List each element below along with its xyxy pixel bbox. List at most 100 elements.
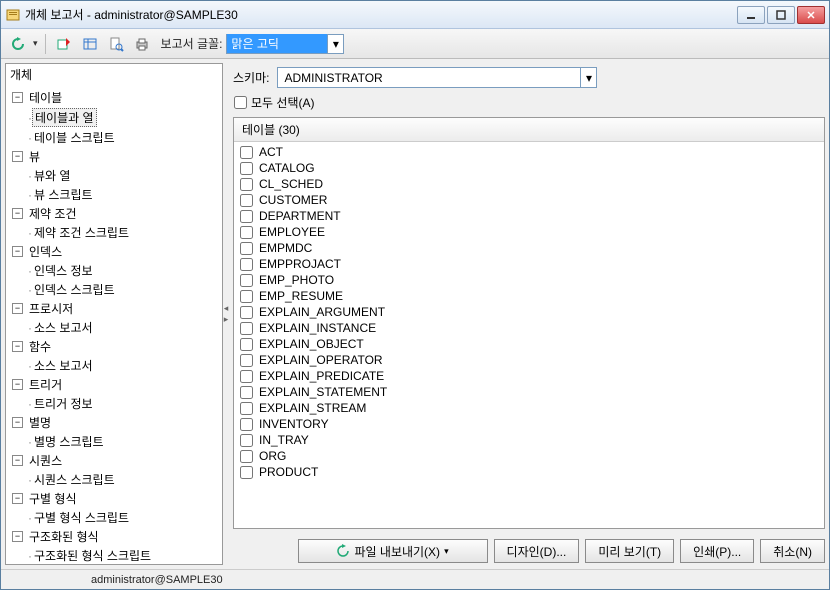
- table-row[interactable]: ORG: [240, 448, 818, 464]
- select-all-input[interactable]: [234, 96, 247, 109]
- tree-toggle-icon[interactable]: −: [12, 417, 23, 428]
- table-row[interactable]: EXPLAIN_OBJECT: [240, 336, 818, 352]
- table-checkbox[interactable]: [240, 434, 253, 447]
- tree-item-label[interactable]: 별명 스크립트: [32, 433, 106, 450]
- table-checkbox[interactable]: [240, 162, 253, 175]
- table-checkbox[interactable]: [240, 258, 253, 271]
- table-row[interactable]: PRODUCT: [240, 464, 818, 480]
- tree-item[interactable]: · 별명 스크립트: [6, 432, 222, 451]
- tree-item[interactable]: · 구조화된 형식 스크립트: [6, 546, 222, 565]
- tree-group-label[interactable]: 인덱스: [27, 243, 64, 260]
- cancel-button[interactable]: 취소(N): [760, 539, 825, 563]
- table-checkbox[interactable]: [240, 338, 253, 351]
- tree-item[interactable]: · 인덱스 정보: [6, 261, 222, 280]
- tree-item-label[interactable]: 구조화된 형식 스크립트: [32, 547, 153, 564]
- tree-group[interactable]: −구조화된 형식: [6, 527, 222, 546]
- table-row[interactable]: EXPLAIN_STATEMENT: [240, 384, 818, 400]
- tree-group[interactable]: −트리거: [6, 375, 222, 394]
- tree-group[interactable]: −제약 조건: [6, 204, 222, 223]
- minimize-button[interactable]: [737, 6, 765, 24]
- tree-item-label[interactable]: 뷰 스크립트: [32, 186, 95, 203]
- table-checkbox[interactable]: [240, 226, 253, 239]
- table-checkbox[interactable]: [240, 466, 253, 479]
- dropdown-arrow-icon[interactable]: ▾: [33, 38, 38, 49]
- tree-item[interactable]: · 제약 조건 스크립트: [6, 223, 222, 242]
- table-checkbox[interactable]: [240, 354, 253, 367]
- tree-toggle-icon[interactable]: −: [12, 151, 23, 162]
- tree-group-label[interactable]: 구조화된 형식: [27, 528, 101, 545]
- table-row[interactable]: EXPLAIN_PREDICATE: [240, 368, 818, 384]
- tree-item-label[interactable]: 트리거 정보: [32, 395, 95, 412]
- tree-group-label[interactable]: 트리거: [27, 376, 64, 393]
- tree-group[interactable]: −구별 형식: [6, 489, 222, 508]
- tree-group[interactable]: −뷰: [6, 147, 222, 166]
- refresh-button[interactable]: [7, 33, 29, 55]
- preview-button[interactable]: [105, 33, 127, 55]
- table-checkbox[interactable]: [240, 210, 253, 223]
- preview-button[interactable]: 미리 보기(T): [585, 539, 674, 563]
- tree-item-label[interactable]: 소스 보고서: [32, 357, 95, 374]
- tree-toggle-icon[interactable]: −: [12, 455, 23, 466]
- tree-item[interactable]: · 소스 보고서: [6, 318, 222, 337]
- tree-item-label[interactable]: 인덱스 스크립트: [32, 281, 117, 298]
- table-checkbox[interactable]: [240, 290, 253, 303]
- table-checkbox[interactable]: [240, 450, 253, 463]
- table-row[interactable]: EMPMDC: [240, 240, 818, 256]
- tree-item-label[interactable]: 시퀀스 스크립트: [32, 471, 117, 488]
- tree-group[interactable]: −인덱스: [6, 242, 222, 261]
- tree-item[interactable]: · 시퀀스 스크립트: [6, 470, 222, 489]
- table-checkbox[interactable]: [240, 402, 253, 415]
- table-row[interactable]: EXPLAIN_OPERATOR: [240, 352, 818, 368]
- table-row[interactable]: IN_TRAY: [240, 432, 818, 448]
- table-row[interactable]: CATALOG: [240, 160, 818, 176]
- table-row[interactable]: EMPPROJACT: [240, 256, 818, 272]
- table-checkbox[interactable]: [240, 386, 253, 399]
- export-file-button[interactable]: 파일 내보내기(X) ▾: [298, 539, 488, 563]
- select-all-checkbox[interactable]: 모두 선택(A): [233, 94, 825, 111]
- font-select[interactable]: 맑은 고딕 ▾: [226, 34, 344, 54]
- tree-item-label[interactable]: 제약 조건 스크립트: [32, 224, 131, 241]
- tree-toggle-icon[interactable]: −: [12, 303, 23, 314]
- tree-item[interactable]: · 뷰 스크립트: [6, 185, 222, 204]
- table-checkbox[interactable]: [240, 306, 253, 319]
- tree-item-label[interactable]: 뷰와 열: [32, 167, 72, 184]
- table-row[interactable]: EXPLAIN_STREAM: [240, 400, 818, 416]
- design-button[interactable]: 디자인(D)...: [494, 539, 580, 563]
- tree-group-label[interactable]: 별명: [27, 414, 53, 431]
- table-row[interactable]: INVENTORY: [240, 416, 818, 432]
- tree-item[interactable]: · 테이블 스크립트: [6, 128, 222, 147]
- table-row[interactable]: DEPARTMENT: [240, 208, 818, 224]
- tree-item-label[interactable]: 소스 보고서: [32, 319, 95, 336]
- table-row[interactable]: CUSTOMER: [240, 192, 818, 208]
- print-button[interactable]: [131, 33, 153, 55]
- tree-group[interactable]: −시퀀스: [6, 451, 222, 470]
- tree-group-label[interactable]: 시퀀스: [27, 452, 64, 469]
- tree-item-label[interactable]: 테이블 스크립트: [32, 129, 117, 146]
- tree-item[interactable]: · 테이블과 열: [6, 107, 222, 128]
- tree-group[interactable]: −별명: [6, 413, 222, 432]
- table-row[interactable]: EXPLAIN_ARGUMENT: [240, 304, 818, 320]
- table-checkbox[interactable]: [240, 146, 253, 159]
- tree-group[interactable]: −테이블: [6, 88, 222, 107]
- tree-group-label[interactable]: 프로시저: [27, 300, 75, 317]
- table-row[interactable]: EMP_RESUME: [240, 288, 818, 304]
- tree-group-label[interactable]: 구별 형식: [27, 490, 79, 507]
- close-button[interactable]: [797, 6, 825, 24]
- table-checkbox[interactable]: [240, 178, 253, 191]
- table-checkbox[interactable]: [240, 194, 253, 207]
- design-button[interactable]: [79, 33, 101, 55]
- table-row[interactable]: EMPLOYEE: [240, 224, 818, 240]
- table-checkbox[interactable]: [240, 322, 253, 335]
- tree-toggle-icon[interactable]: −: [12, 208, 23, 219]
- tree-item-label[interactable]: 인덱스 정보: [32, 262, 95, 279]
- tree-item-label[interactable]: 구별 형식 스크립트: [32, 509, 131, 526]
- tree-item[interactable]: · 트리거 정보: [6, 394, 222, 413]
- table-checkbox[interactable]: [240, 370, 253, 383]
- tree-toggle-icon[interactable]: −: [12, 493, 23, 504]
- tree-toggle-icon[interactable]: −: [12, 341, 23, 352]
- tree-toggle-icon[interactable]: −: [12, 531, 23, 542]
- tree-group[interactable]: −함수: [6, 337, 222, 356]
- print-button[interactable]: 인쇄(P)...: [680, 539, 754, 563]
- tree-group-label[interactable]: 테이블: [27, 89, 64, 106]
- tree-item[interactable]: · 소스 보고서: [6, 356, 222, 375]
